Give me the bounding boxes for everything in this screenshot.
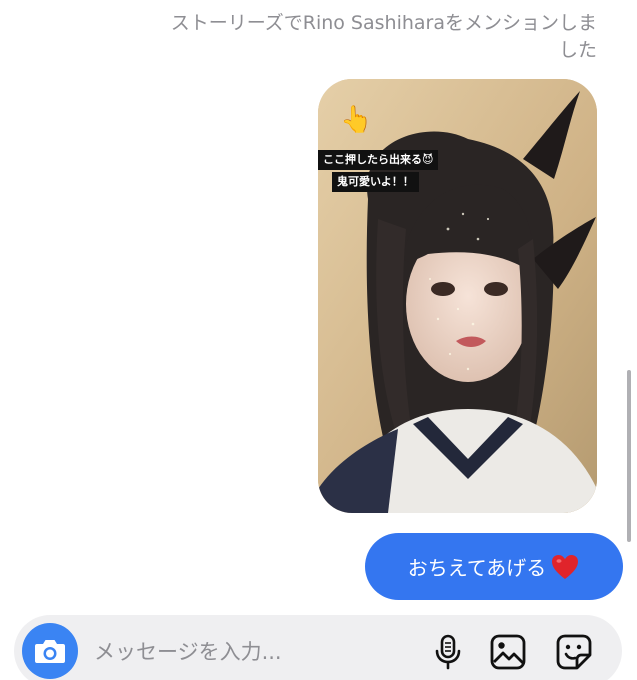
message-input[interactable] [94, 637, 334, 667]
sticker-button[interactable] [552, 630, 596, 674]
camera-icon [35, 640, 65, 663]
mention-notice: ストーリーズでRino Sashiharaをメンションしました [170, 12, 597, 61]
story-text-sticker-line2: 鬼可愛いよ！！ [332, 172, 419, 192]
pointing-finger-sticker: 👆 [340, 105, 373, 135]
heart-icon [550, 552, 580, 582]
sticker-icon [556, 634, 592, 670]
chat-screen: ストーリーズでRino Sashiharaをメンションしました 👆 ここ押したら… [0, 0, 637, 680]
gallery-icon [490, 634, 526, 670]
story-text-sticker-line1: ここ押したら出来る😈 [318, 150, 439, 170]
story-mention-card[interactable]: 👆 ここ押したら出来る😈 鬼可愛いよ！！ [318, 79, 597, 513]
message-text: おちえてあげる [407, 556, 547, 580]
scrollbar[interactable] [627, 370, 631, 542]
microphone-icon [435, 634, 461, 670]
story-photo [318, 79, 597, 513]
gallery-button[interactable] [486, 630, 530, 674]
message-composer [14, 615, 622, 680]
camera-button[interactable] [22, 623, 78, 679]
microphone-button[interactable] [426, 630, 470, 674]
outgoing-message-bubble[interactable]: おちえてあげる [365, 533, 623, 600]
